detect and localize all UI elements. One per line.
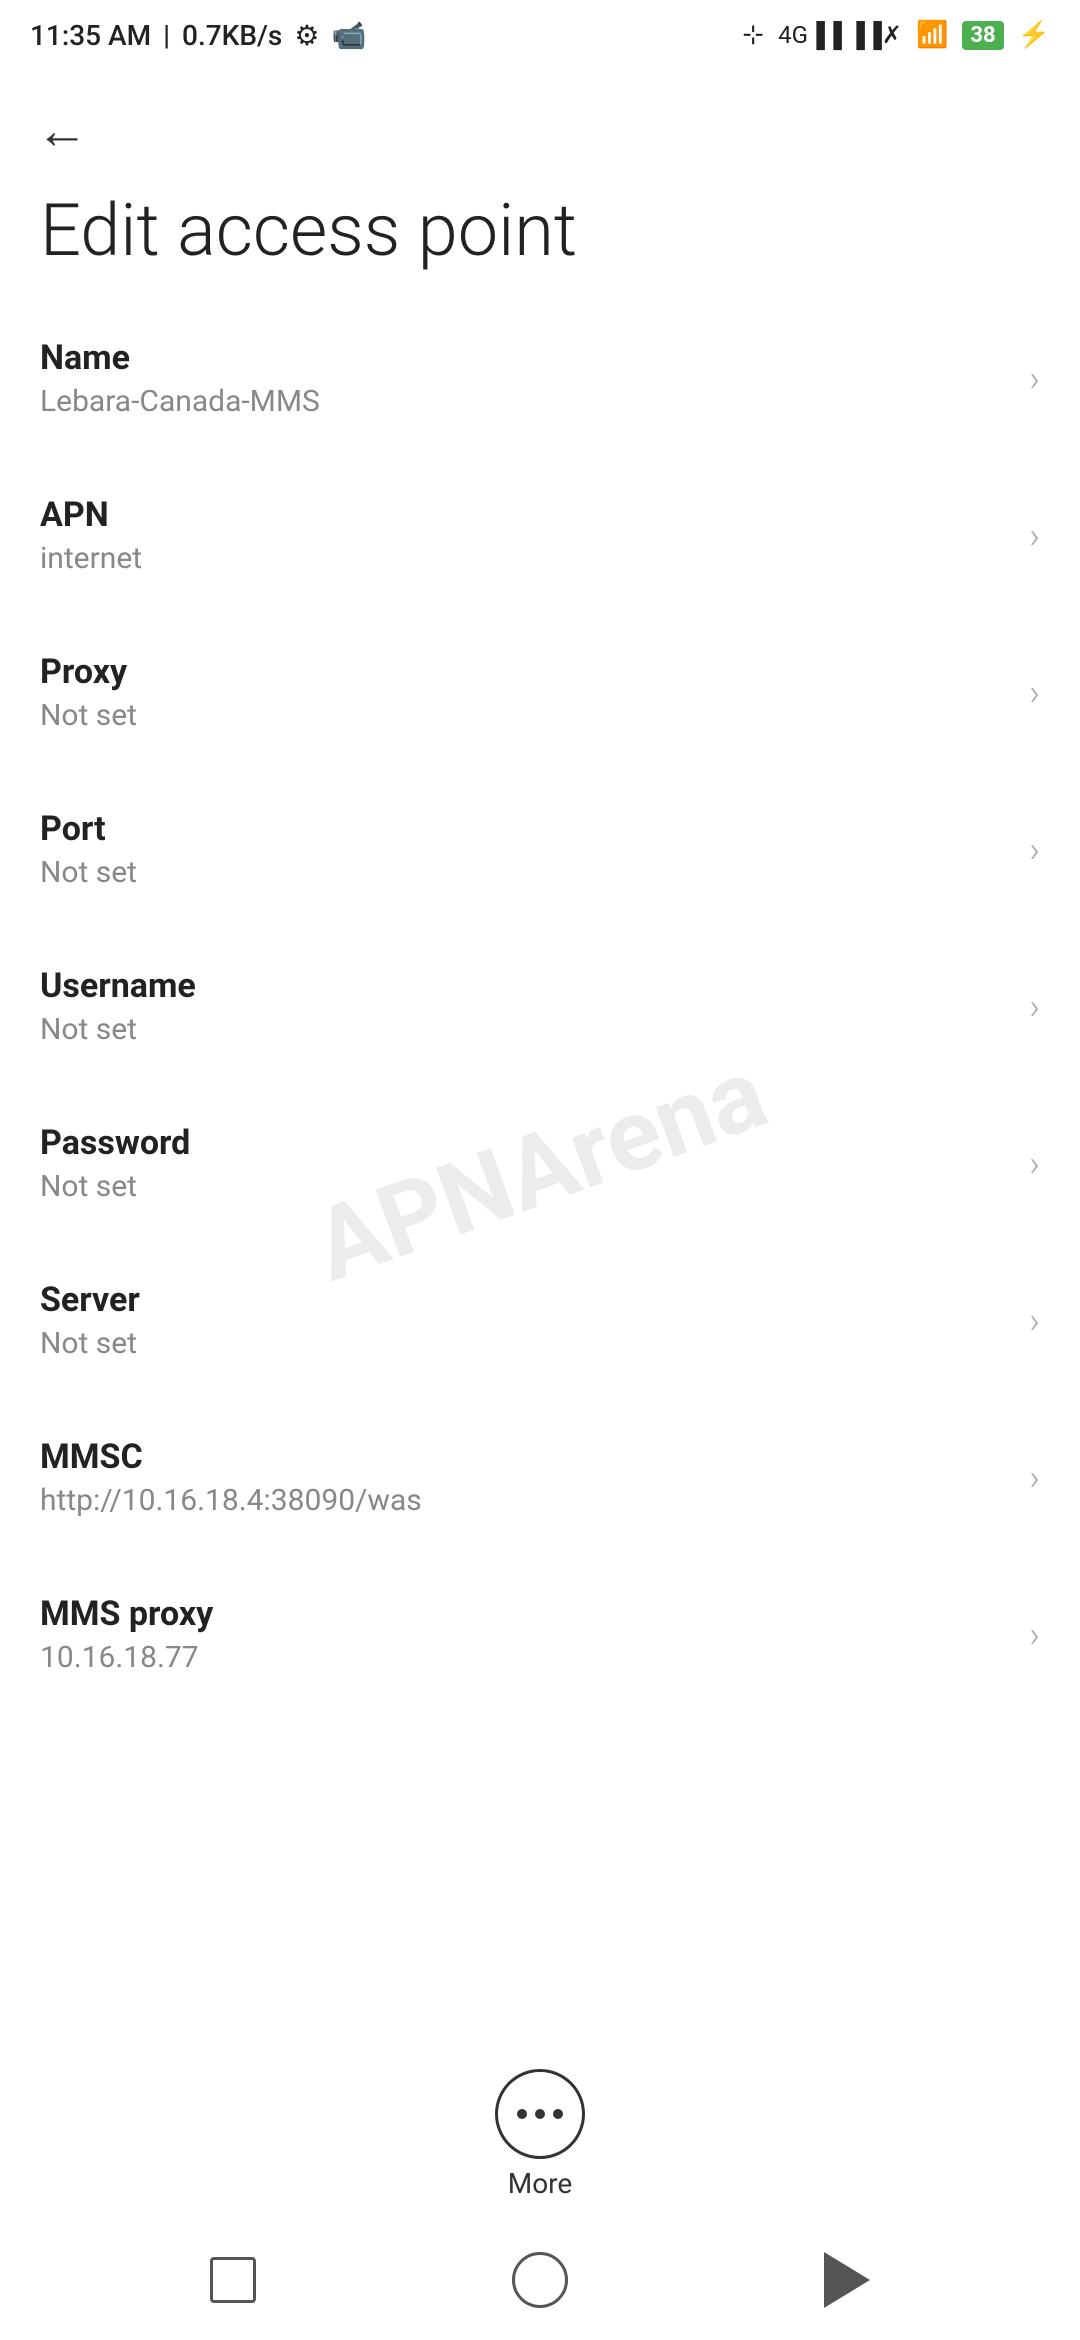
setting-label-name: Name xyxy=(40,338,1029,378)
setting-value-server: Not set xyxy=(40,1326,1029,1361)
setting-item-mmsc[interactable]: MMSC http://10.16.18.4:38090/was › xyxy=(0,1399,1080,1556)
setting-item-proxy[interactable]: Proxy Not set › xyxy=(0,614,1080,771)
status-speed: | xyxy=(163,19,170,52)
setting-value-proxy: Not set xyxy=(40,698,1029,733)
setting-label-apn: APN xyxy=(40,495,1029,535)
status-time: 11:35 AM xyxy=(30,19,151,52)
setting-label-mms-proxy: MMS proxy xyxy=(40,1594,1029,1634)
status-bar: 11:35 AM | 0.7KB/s ⚙ 📹 ⊹ 4G▐▐ ▐▐✗ 📶 38 ⚡ xyxy=(0,0,1080,70)
setting-content-server: Server Not set xyxy=(40,1280,1029,1361)
more-dots xyxy=(517,2109,563,2119)
more-dot-3 xyxy=(553,2109,563,2119)
more-dot-2 xyxy=(535,2109,545,2119)
more-dot-1 xyxy=(517,2109,527,2119)
setting-content-name: Name Lebara-Canada-MMS xyxy=(40,338,1029,419)
more-button-area[interactable]: More xyxy=(0,2069,1080,2200)
setting-value-name: Lebara-Canada-MMS xyxy=(40,384,1029,419)
chevron-icon-name: › xyxy=(1029,358,1040,400)
setting-label-proxy: Proxy xyxy=(40,652,1029,692)
setting-item-name[interactable]: Name Lebara-Canada-MMS › xyxy=(0,300,1080,457)
wifi-icon: 📶 xyxy=(916,20,948,50)
chevron-icon-proxy: › xyxy=(1029,672,1040,714)
header: ← xyxy=(0,70,1080,171)
setting-label-server: Server xyxy=(40,1280,1029,1320)
chevron-icon-password: › xyxy=(1029,1143,1040,1185)
back-button[interactable]: ← xyxy=(36,100,88,161)
status-data-speed: 0.7KB/s xyxy=(182,19,282,52)
status-right: ⊹ 4G▐▐ ▐▐✗ 📶 38 ⚡ xyxy=(742,20,1050,50)
setting-item-mms-proxy[interactable]: MMS proxy 10.16.18.77 › xyxy=(0,1556,1080,1713)
setting-content-apn: APN internet xyxy=(40,495,1029,576)
setting-item-port[interactable]: Port Not set › xyxy=(0,771,1080,928)
setting-value-mmsc: http://10.16.18.4:38090/was xyxy=(40,1483,1029,1518)
setting-item-username[interactable]: Username Not set › xyxy=(0,928,1080,1085)
page-title: Edit access point xyxy=(0,171,1080,300)
nav-back-button[interactable] xyxy=(812,2245,882,2315)
setting-item-apn[interactable]: APN internet › xyxy=(0,457,1080,614)
chevron-icon-server: › xyxy=(1029,1300,1040,1342)
setting-content-port: Port Not set xyxy=(40,809,1029,890)
more-label: More xyxy=(508,2167,573,2200)
setting-value-password: Not set xyxy=(40,1169,1029,1204)
nav-bar xyxy=(0,2220,1080,2340)
setting-content-mmsc: MMSC http://10.16.18.4:38090/was xyxy=(40,1437,1029,1518)
battery-icon: 38 xyxy=(962,21,1003,50)
setting-value-mms-proxy: 10.16.18.77 xyxy=(40,1640,1029,1675)
nav-triangle-icon xyxy=(824,2252,870,2308)
setting-content-username: Username Not set xyxy=(40,966,1029,1047)
setting-value-username: Not set xyxy=(40,1012,1029,1047)
bluetooth-icon: ⊹ xyxy=(742,20,764,50)
setting-content-proxy: Proxy Not set xyxy=(40,652,1029,733)
nav-recents-button[interactable] xyxy=(198,2245,268,2315)
setting-label-password: Password xyxy=(40,1123,1029,1163)
chevron-icon-mmsc: › xyxy=(1029,1457,1040,1499)
chevron-icon-username: › xyxy=(1029,986,1040,1028)
setting-value-port: Not set xyxy=(40,855,1029,890)
setting-value-apn: internet xyxy=(40,541,1029,576)
settings-list: Name Lebara-Canada-MMS › APN internet › … xyxy=(0,300,1080,1713)
setting-label-port: Port xyxy=(40,809,1029,849)
chevron-icon-port: › xyxy=(1029,829,1040,871)
chevron-icon-apn: › xyxy=(1029,515,1040,557)
setting-label-username: Username xyxy=(40,966,1029,1006)
setting-item-password[interactable]: Password Not set › xyxy=(0,1085,1080,1242)
settings-icon: ⚙ xyxy=(294,19,319,52)
setting-label-mmsc: MMSC xyxy=(40,1437,1029,1477)
nav-home-button[interactable] xyxy=(505,2245,575,2315)
charging-icon: ⚡ xyxy=(1018,20,1050,50)
status-left: 11:35 AM | 0.7KB/s ⚙ 📹 xyxy=(30,19,366,52)
setting-content-password: Password Not set xyxy=(40,1123,1029,1204)
setting-item-server[interactable]: Server Not set › xyxy=(0,1242,1080,1399)
nav-circle-icon xyxy=(512,2252,568,2308)
signal-icons: 4G▐▐ ▐▐✗ xyxy=(778,21,902,50)
chevron-icon-mms-proxy: › xyxy=(1029,1614,1040,1656)
nav-square-icon xyxy=(210,2257,256,2303)
more-icon xyxy=(495,2069,585,2159)
video-icon: 📹 xyxy=(331,19,366,52)
setting-content-mms-proxy: MMS proxy 10.16.18.77 xyxy=(40,1594,1029,1675)
